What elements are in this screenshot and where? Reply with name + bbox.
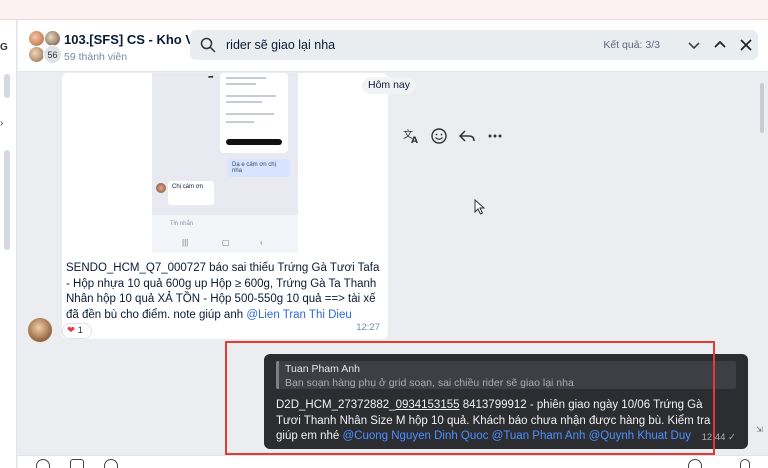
sender-avatar[interactable] — [28, 318, 52, 342]
message-time: 12:27 — [356, 322, 380, 333]
top-notification-strip — [0, 0, 768, 20]
translate-icon[interactable]: 文 A — [402, 127, 420, 145]
sticker-icon[interactable] — [36, 459, 50, 468]
attach-icon[interactable] — [104, 459, 118, 468]
screenshot-card — [220, 73, 288, 153]
more-icon[interactable] — [486, 127, 504, 145]
reaction-badge[interactable]: ❤ 1 — [62, 323, 92, 339]
mention-link[interactable]: @Lien Tran Thi Dieu — [246, 309, 351, 321]
chat-scrollbar[interactable] — [758, 73, 766, 455]
scroll-down-icon[interactable]: ⇲ — [756, 425, 763, 434]
message-bubble[interactable]: ➦ Dạ e cám ơn chị nha Chị cám ơn Tin nhắ… — [62, 73, 388, 339]
message-text: SENDO_HCM_Q7_000727 báo sai thiếu Trứng … — [66, 262, 380, 321]
search-bar[interactable]: rider sẽ giao lại nha Kết quả: 3/3 — [190, 30, 758, 60]
message-actions: 文 A — [402, 125, 512, 147]
group-title[interactable]: 103.[SFS] CS - Kho Vận — [64, 32, 209, 47]
next-result-button[interactable] — [684, 35, 704, 55]
close-icon — [740, 39, 752, 51]
chevron-down-icon — [688, 42, 700, 50]
highlight-box — [225, 341, 715, 455]
chat-header: 56 103.[SFS] CS - Kho Vận 59 thành viên … — [18, 20, 768, 72]
image-icon[interactable] — [70, 459, 84, 468]
microphone-icon[interactable] — [740, 459, 750, 468]
sidebar-scroll-thumb[interactable] — [4, 150, 10, 250]
screenshot-nav: ||| ▢ ‹ — [182, 238, 263, 247]
search-result-count: Kết quả: 3/3 — [603, 39, 660, 51]
screenshot-message: Chị cám ơn — [168, 181, 214, 205]
search-input[interactable]: rider sẽ giao lại nha — [226, 38, 335, 52]
scroll-thumb[interactable] — [760, 83, 764, 133]
svg-text:A: A — [411, 136, 418, 145]
emoji-icon[interactable] — [430, 127, 448, 145]
chevron-up-icon — [714, 40, 726, 48]
left-sidebar: G › — [0, 20, 17, 468]
screenshot-reply: Dạ e cám ơn chị nha — [228, 159, 290, 177]
avatar — [28, 30, 45, 47]
sidebar-edge-icon[interactable]: G — [0, 42, 10, 54]
close-search-button[interactable] — [736, 35, 756, 55]
reply-icon[interactable] — [458, 127, 476, 145]
prev-result-button[interactable] — [710, 35, 730, 55]
group-avatar[interactable]: 56 — [28, 30, 64, 64]
date-divider: Hôm nay — [362, 77, 417, 94]
avatar — [156, 183, 166, 193]
emoji-icon[interactable] — [688, 459, 702, 468]
sidebar-arrow-icon[interactable]: › — [0, 118, 10, 130]
heart-icon: ❤ — [67, 325, 75, 336]
members-label[interactable]: 59 thành viên — [64, 51, 127, 63]
cursor-icon — [474, 199, 486, 215]
message-composer — [18, 455, 768, 468]
member-count-badge: 56 — [43, 45, 62, 64]
sidebar-scroll-segment — [4, 74, 10, 98]
attached-screenshot[interactable]: ➦ Dạ e cám ơn chị nha Chị cám ơn Tin nhắ… — [152, 73, 298, 253]
share-icon: ➦ — [208, 74, 214, 81]
search-icon — [200, 37, 216, 53]
